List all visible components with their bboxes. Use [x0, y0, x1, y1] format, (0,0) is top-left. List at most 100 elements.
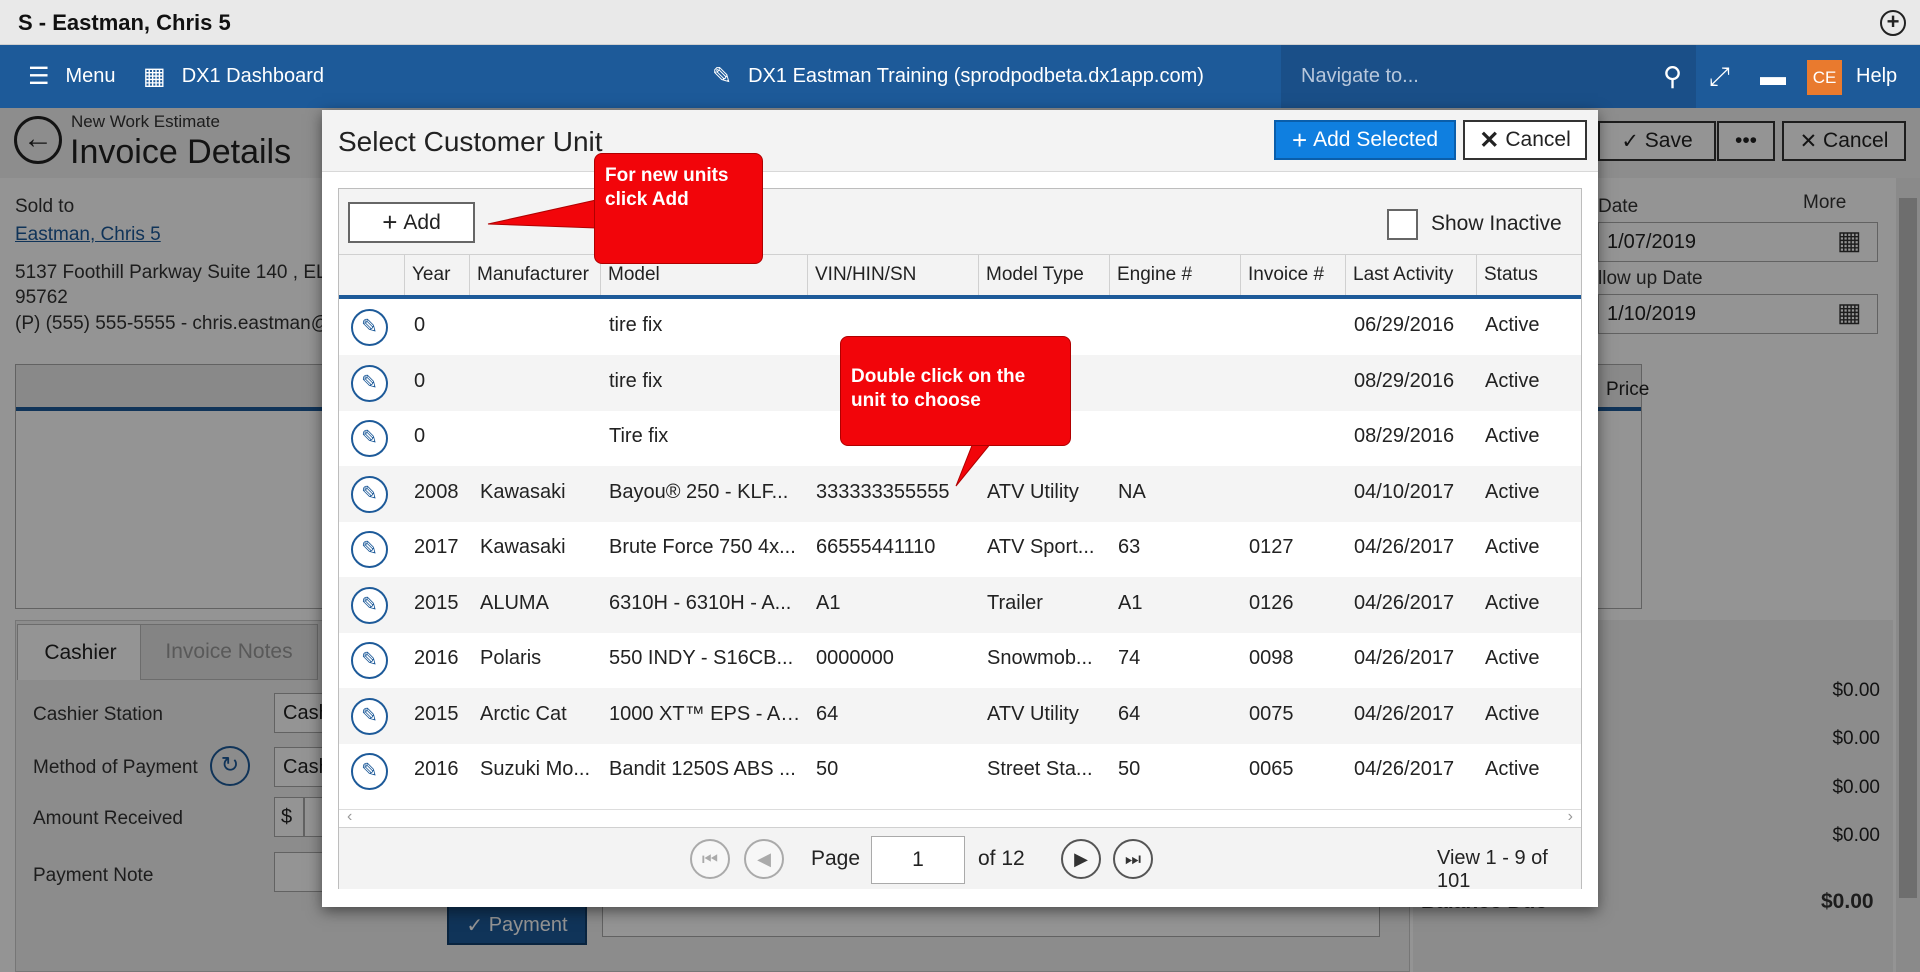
invoice-cell: 0098 [1249, 647, 1294, 669]
dialog-cancel-button[interactable]: ✕ Cancel [1463, 120, 1587, 160]
dialog-header: Select Customer Unit + Add Selected ✕ Canc… [322, 110, 1598, 172]
edit-icon[interactable]: ✎ [351, 697, 388, 735]
environment-label: DX1 Eastman Training (sprodpodbeta.dx1ap… [748, 65, 1204, 87]
edit-icon[interactable]: ✎ [351, 586, 388, 624]
table-row[interactable]: ✎ 2016 Polaris 550 INDY - S16CB... 0000000 Sn… [339, 632, 1581, 688]
page-number-input[interactable] [871, 836, 965, 884]
table-row[interactable]: ✎ 2015 Arctic Cat 1000 XT™ EPS - A2... 64 ATV… [339, 687, 1581, 744]
add-window-icon[interactable]: + [1880, 10, 1906, 36]
navigate-input[interactable] [1301, 59, 1641, 93]
table-row[interactable]: ✎ 2008 Kawasaki Bayou® 250 - KLF... 33333335… [339, 465, 1581, 522]
last-activity-cell: 04/26/2017 [1354, 758, 1455, 780]
edit-icon[interactable]: ✎ [351, 753, 388, 790]
column-header-engine[interactable]: Engine # [1109, 255, 1240, 295]
model-type-cell: ATV Utility [987, 480, 1079, 503]
column-header-status[interactable]: Status [1476, 255, 1581, 295]
edit-icon[interactable]: ✎ [351, 475, 388, 513]
page-label: Page [811, 847, 861, 870]
dashboard-label: DX1 Dashboard [181, 65, 324, 87]
invoice-cell: 0065 [1249, 758, 1294, 780]
status-cell: Active [1485, 591, 1540, 614]
edit-icon[interactable]: ✎ [351, 420, 388, 457]
environment-button[interactable]: ✎ DX1 Eastman Training (sprodpodbeta.dx1… [712, 45, 1204, 108]
year-cell: 2017 [414, 536, 459, 558]
user-avatar[interactable]: CE [1807, 60, 1842, 95]
menu-button[interactable]: ☰ Menu [28, 45, 116, 108]
prev-page-icon[interactable]: ◀ [744, 839, 784, 879]
last-activity-cell: 04/26/2017 [1354, 536, 1455, 558]
table-row[interactable]: ✎ 2017 Kawasaki Brute Force 750 4x... 665554… [339, 521, 1581, 577]
navigate-search: ⚲ [1281, 45, 1696, 108]
dialog-title: Select Customer Unit [338, 126, 603, 157]
window-title-bar: S - Eastman, Chris 5 + [0, 0, 1920, 45]
help-link[interactable]: Help [1856, 45, 1897, 108]
menu-label: Menu [65, 65, 116, 87]
column-header-vin[interactable]: VIN/HIN/SN [807, 255, 978, 295]
last-page-icon[interactable]: ⏭ [1113, 839, 1153, 879]
column-header-year[interactable]: Year [404, 255, 469, 295]
vin-cell: 0000000 [816, 647, 894, 669]
expand-icon[interactable]: ⤢ [1709, 61, 1730, 93]
window-title: S - Eastman, Chris 5 [18, 10, 231, 35]
column-header-model-type[interactable]: Model Type [978, 255, 1109, 295]
model-cell: 6310H - 6310H - A... [609, 591, 792, 614]
column-header-invoice[interactable]: Invoice # [1240, 255, 1345, 295]
engine-cell: 74 [1118, 647, 1141, 669]
scroll-right-icon[interactable]: › [1568, 808, 1573, 826]
add-unit-button[interactable]: + Add [348, 202, 475, 243]
manufacturer-cell: Kawasaki [480, 536, 566, 558]
close-icon: ✕ [1479, 126, 1500, 154]
edit-icon[interactable]: ✎ [351, 642, 388, 679]
table-row[interactable]: ✎ 2015 ALUMA 6310H - 6310H - A... A1 Trailer A… [339, 576, 1581, 633]
edit-icon[interactable]: ✎ [351, 364, 388, 402]
menu-icon: ☰ [28, 63, 50, 90]
add-unit-label: Add [403, 210, 441, 234]
engine-cell: A1 [1118, 591, 1143, 614]
vin-cell: 50 [816, 758, 839, 780]
column-header-manufacturer[interactable]: Manufacturer [469, 255, 600, 295]
dblclick-hint-callout: Double click on the unit to choose [840, 336, 1071, 446]
last-activity-cell: 08/29/2016 [1354, 369, 1455, 392]
vin-cell: 66555441110 [816, 536, 936, 558]
status-cell: Active [1485, 702, 1540, 725]
manufacturer-cell: ALUMA [480, 591, 549, 614]
search-icon[interactable]: ⚲ [1663, 61, 1682, 92]
engine-cell: 63 [1118, 536, 1141, 558]
year-cell: 0 [414, 314, 426, 336]
edit-icon[interactable]: ✎ [351, 531, 388, 568]
status-cell: Active [1485, 480, 1540, 503]
status-cell: Active [1485, 369, 1540, 392]
invoice-cell: 0127 [1249, 536, 1294, 558]
next-page-icon[interactable]: ▶ [1061, 839, 1101, 879]
chat-icon[interactable]: ▬ [1760, 61, 1786, 92]
grid-column-header: Year Manufacturer Model VIN/HIN/SN Model… [339, 255, 1581, 299]
last-activity-cell: 06/29/2016 [1354, 314, 1455, 336]
scroll-left-icon[interactable]: ‹ [347, 808, 352, 826]
edit-icon[interactable]: ✎ [351, 309, 388, 346]
invoice-cell: 0126 [1249, 591, 1294, 614]
dashboard-button[interactable]: ▦ DX1 Dashboard [143, 45, 324, 108]
column-header-edit [339, 255, 404, 295]
column-header-last-activity[interactable]: Last Activity [1345, 255, 1476, 295]
first-page-icon[interactable]: ⏮ [690, 839, 730, 879]
last-activity-cell: 04/26/2017 [1354, 591, 1455, 614]
model-cell: Brute Force 750 4x... [609, 536, 796, 558]
view-range-label: View 1 - 9 of 101 [1437, 847, 1548, 892]
add-selected-button[interactable]: + Add Selected [1274, 120, 1456, 160]
show-inactive-checkbox[interactable] [1387, 209, 1418, 240]
status-cell: Active [1485, 647, 1540, 669]
model-cell: tire fix [609, 369, 663, 392]
year-cell: 2016 [414, 758, 459, 780]
grid-horizontal-scrollbar[interactable]: ‹ › [339, 808, 1581, 827]
grid-pager: ⏮ ◀ Page of 12 ▶ ⏭ View 1 - 9 of 101 [339, 827, 1581, 892]
plus-icon: + [382, 207, 398, 237]
table-row[interactable]: ✎ 2016 Suzuki Mo... Bandit 1250S ABS ... 50 S… [339, 743, 1581, 799]
vin-cell: 64 [816, 702, 839, 725]
pencil-icon: ✎ [712, 63, 733, 90]
manufacturer-cell: Arctic Cat [480, 702, 567, 725]
model-type-cell: ATV Sport... [987, 536, 1095, 558]
model-type-cell: Trailer [987, 591, 1043, 614]
last-activity-cell: 04/10/2017 [1354, 480, 1455, 503]
model-cell: 1000 XT™ EPS - A2... [609, 702, 803, 725]
manufacturer-cell: Suzuki Mo... [480, 758, 591, 780]
